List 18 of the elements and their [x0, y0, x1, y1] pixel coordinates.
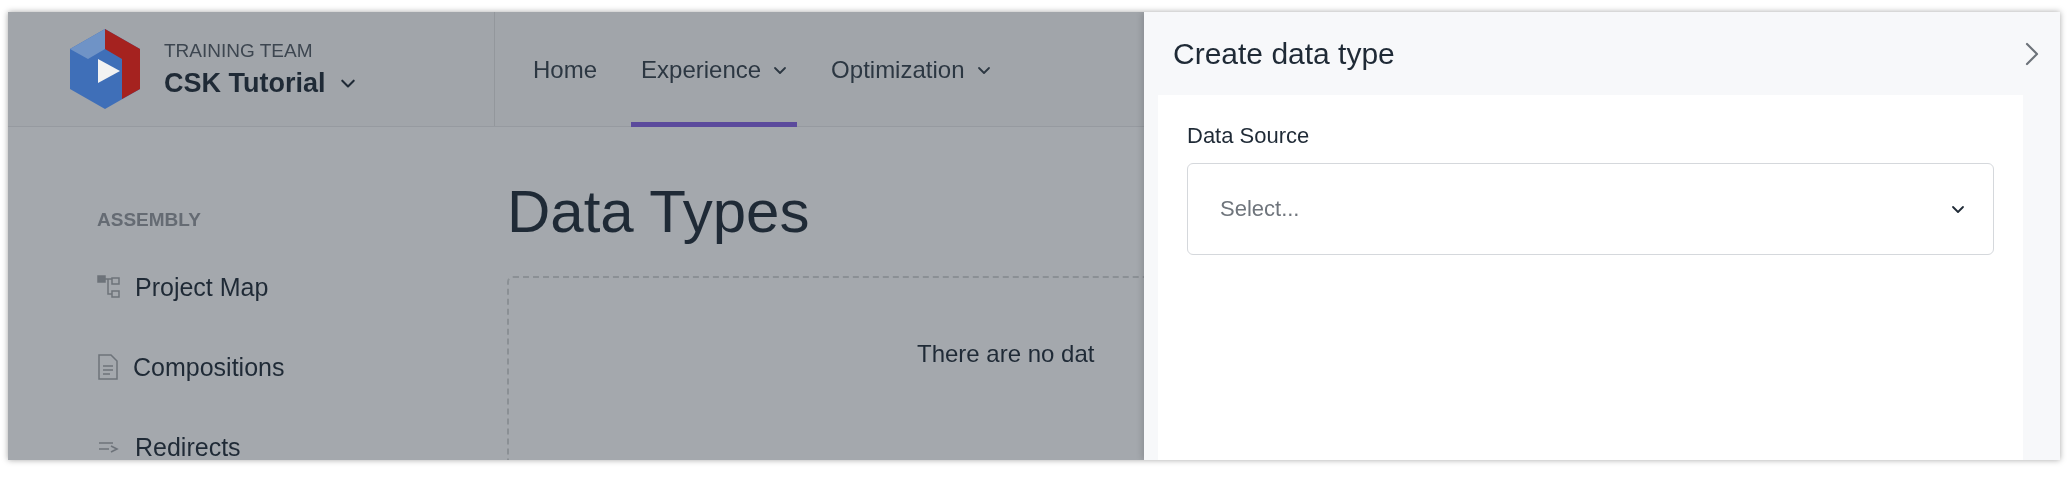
panel-title: Create data type: [1173, 36, 1395, 71]
nav-tab[interactable]: Optimization: [821, 12, 1001, 127]
section-heading: ASSEMBLY: [97, 209, 202, 231]
document-icon: [97, 354, 119, 380]
project-switcher[interactable]: CSK Tutorial: [164, 67, 356, 99]
collapse-panel-icon[interactable]: [2024, 40, 2040, 67]
empty-message: There are no dat: [917, 340, 1095, 367]
field-label: Data Source: [1187, 123, 1311, 149]
select-field[interactable]: Select...: [1187, 163, 1994, 255]
sidebar-item[interactable]: Project Map: [97, 247, 495, 327]
page-title: Data Types: [507, 177, 810, 246]
sidebar-item[interactable]: Redirects: [97, 407, 495, 460]
logo-icon: [70, 29, 140, 109]
sidebar-item[interactable]: Compositions: [97, 327, 495, 407]
nav-tab[interactable]: Home: [523, 12, 608, 127]
hierarchy-icon: [97, 275, 121, 299]
team-name: TRAINING TEAM: [164, 39, 314, 62]
nav-tab[interactable]: Experience: [631, 12, 798, 127]
